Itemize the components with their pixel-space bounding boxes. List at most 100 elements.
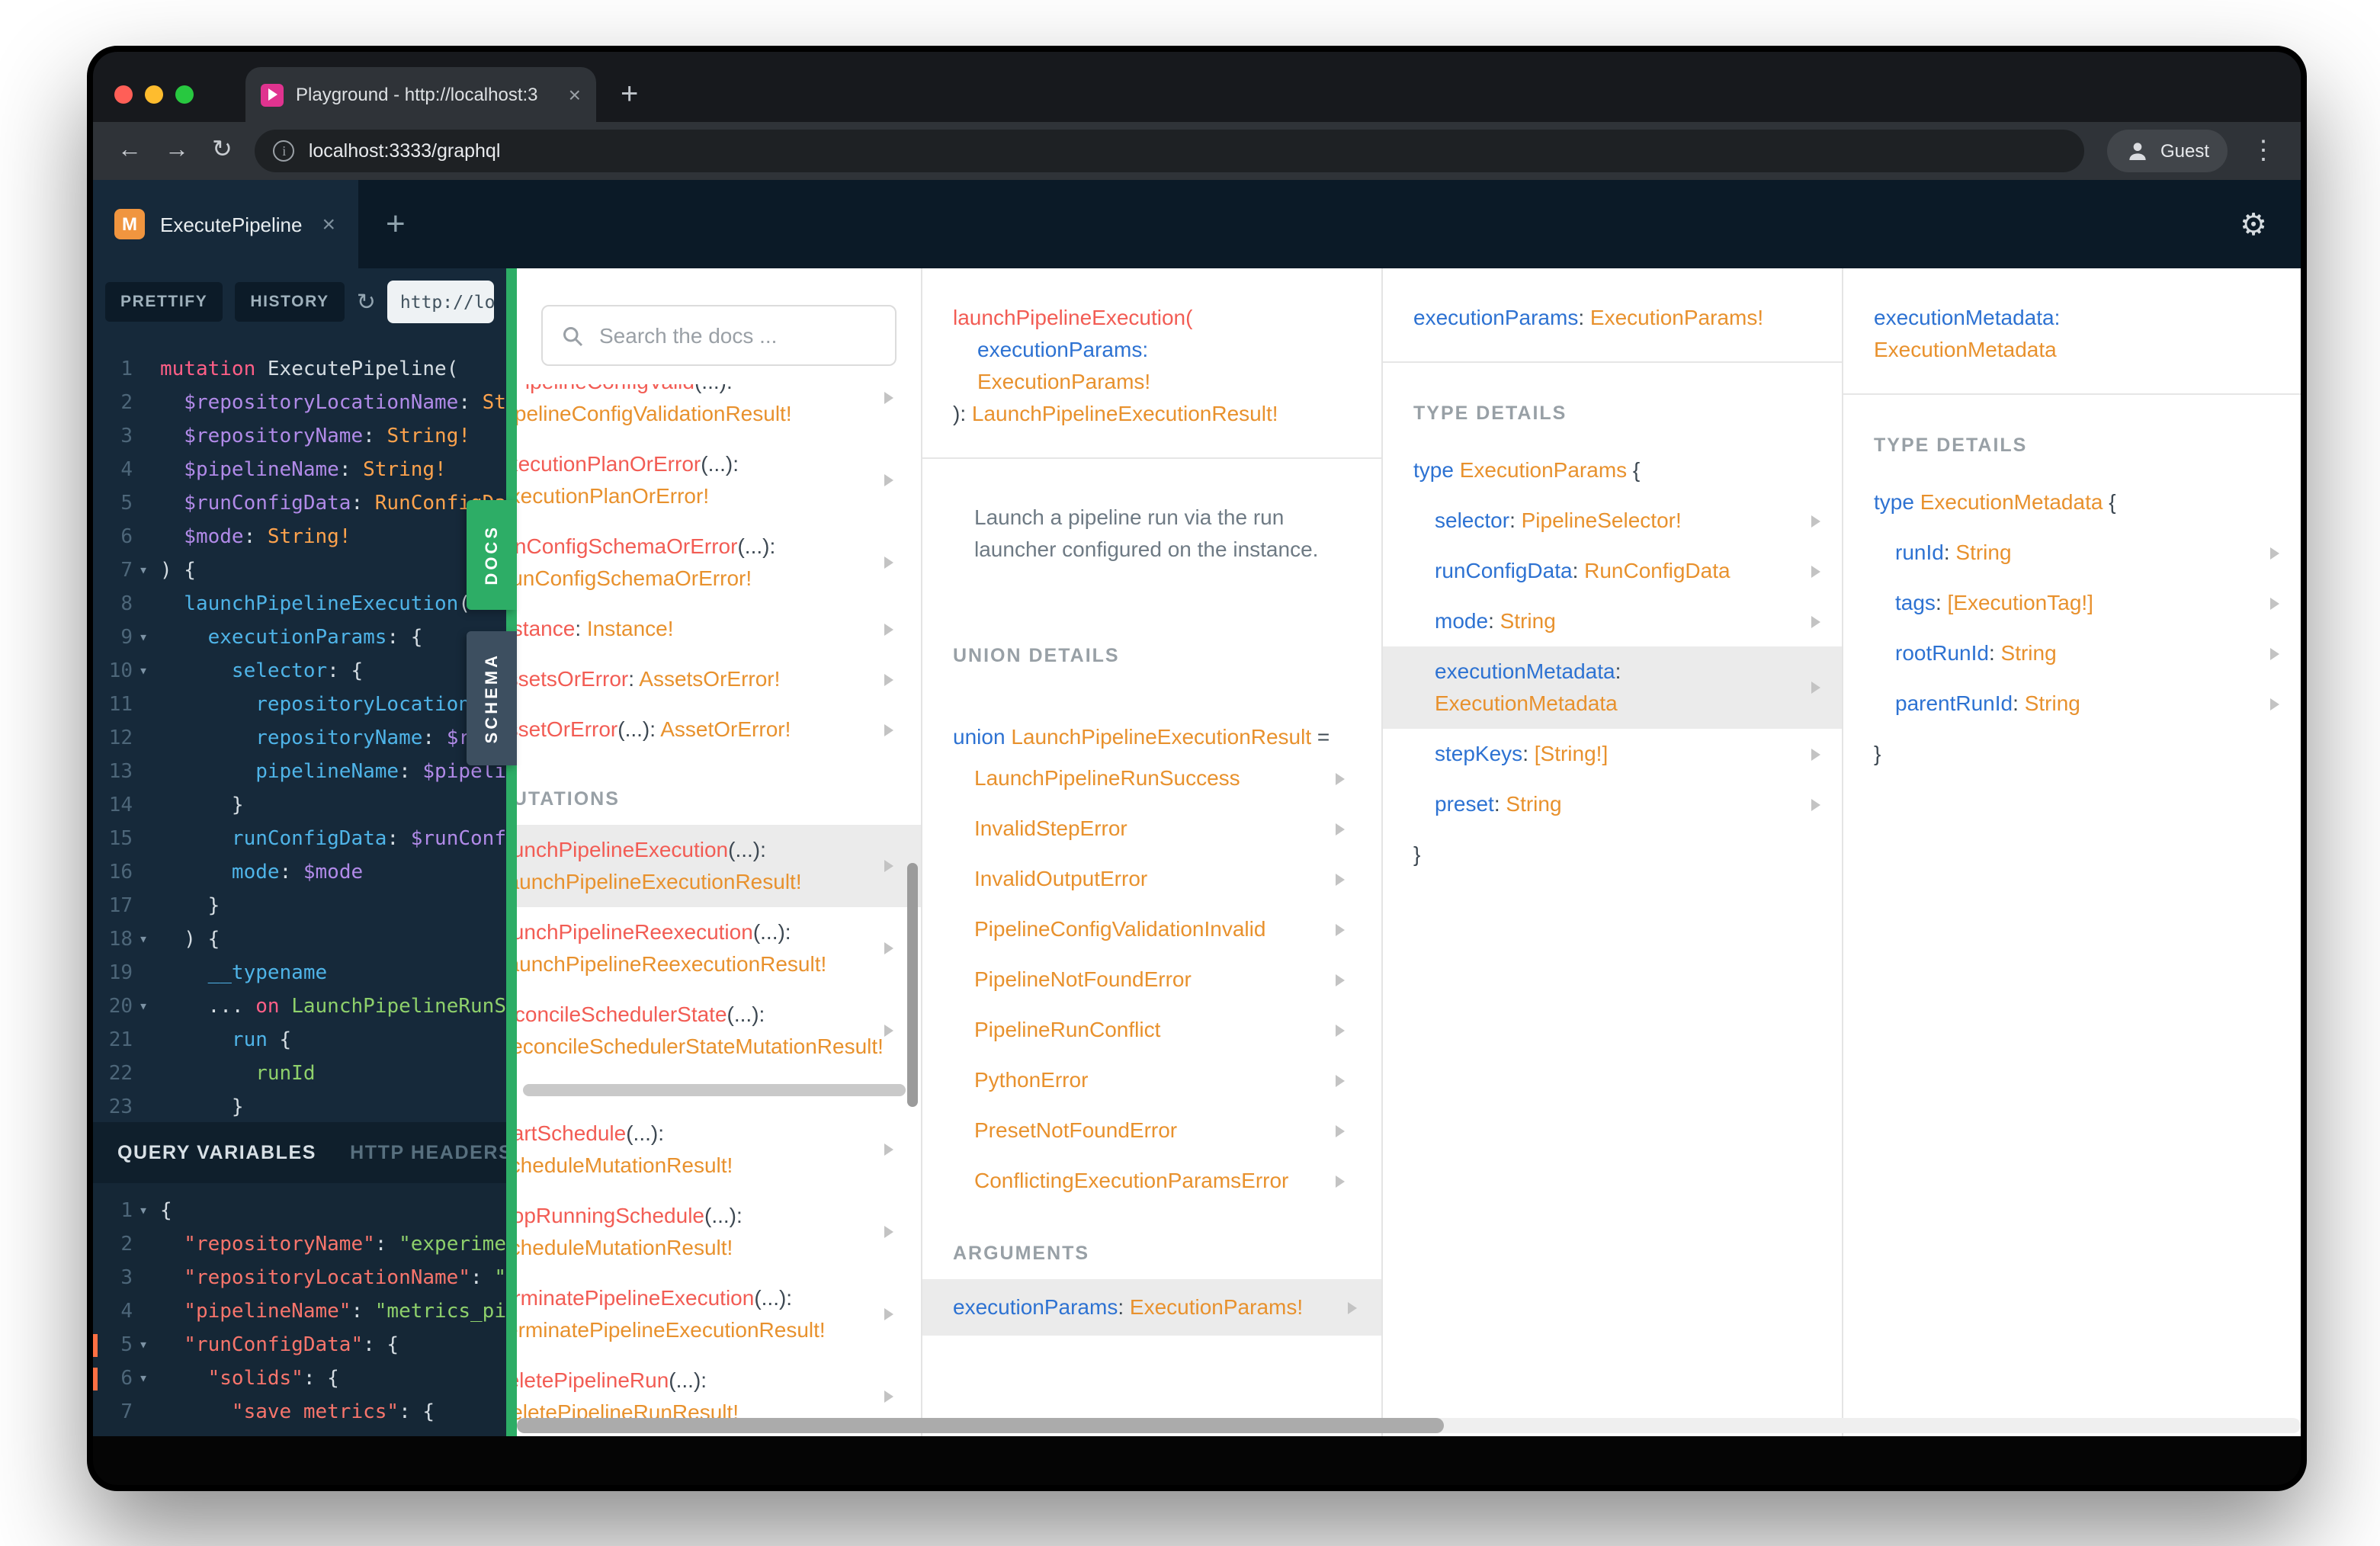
doc-list-item[interactable]: launchPipelineExecution(...): LaunchPipel…	[517, 825, 921, 907]
doc-list-item[interactable]: launchPipelineReexecution(...): LaunchPip…	[517, 907, 921, 990]
editor-line[interactable]: 9 ▾ executionParams: {	[93, 622, 506, 656]
editor-line[interactable]: 7 "save metrics": {	[93, 1397, 506, 1430]
editor-line[interactable]: 7 ▾) {	[93, 555, 506, 589]
docs-divider[interactable]: DOCS SCHEMA	[467, 268, 517, 1436]
editor-line[interactable]: 5 ▾ "runConfigData": {	[93, 1329, 506, 1363]
editor-line[interactable]: 1 mutation ExecutePipeline(	[93, 354, 506, 387]
doc-list-item[interactable]: executionPlanOrError(...): ExecutionPlanO…	[517, 439, 921, 521]
fold-arrow-icon[interactable]: ▾	[133, 656, 154, 689]
docs-side-tab[interactable]: DOCS	[467, 500, 517, 610]
history-button[interactable]: HISTORY	[235, 282, 345, 322]
editor-line[interactable]: 20▾ ... on LaunchPipelineRunSuccess {	[93, 991, 506, 1025]
editor-line[interactable]: 10 ▾ selector: {	[93, 656, 506, 689]
type-field-row[interactable]: stepKeys: [String!]	[1383, 729, 1842, 779]
forward-button[interactable]: →	[165, 138, 189, 163]
doc-list-item[interactable]: assetOrError(...): AssetOrError!	[517, 704, 921, 755]
editor-line[interactable]: 14 }	[93, 790, 506, 823]
http-headers-tab[interactable]: HTTP HEADERS	[350, 1142, 506, 1163]
reload-button[interactable]: ↻	[212, 138, 233, 163]
settings-gear-icon[interactable]: ⚙	[2206, 180, 2301, 268]
doc-list-item[interactable]: terminatePipelineExecution(...): Terminat…	[517, 1273, 921, 1355]
query-editor[interactable]: 1 mutation ExecutePipeline(2 $repositoryL…	[93, 335, 506, 1122]
union-member-item[interactable]: PresetNotFoundError	[922, 1105, 1381, 1156]
union-member-item[interactable]: InvalidStepError	[922, 803, 1381, 854]
minimize-window-button[interactable]	[145, 85, 163, 104]
browser-menu-button[interactable]: ⋮	[2250, 136, 2276, 166]
prettify-button[interactable]: PRETTIFY	[105, 282, 223, 322]
editor-line[interactable]: 22 runId	[93, 1058, 506, 1092]
union-member-item[interactable]: PipelineRunConflict	[922, 1005, 1381, 1055]
editor-line[interactable]: 3 $repositoryName: String!	[93, 421, 506, 454]
query-variables-tab[interactable]: QUERY VARIABLES	[117, 1142, 316, 1163]
editor-line[interactable]: 19 __typename	[93, 957, 506, 991]
fold-arrow-icon[interactable]: ▾	[133, 1329, 154, 1363]
docs-search-box[interactable]	[541, 305, 897, 366]
doc-list-item[interactable]: assetsOrError: AssetsOrError!	[517, 654, 921, 704]
editor-line[interactable]: 6 $mode: String!	[93, 521, 506, 555]
doc-list-item[interactable]: isPipelineConfigValid(...): PipelineConfi…	[517, 384, 921, 439]
playground-tab[interactable]: M ExecutePipeline ×	[93, 180, 358, 268]
editor-line[interactable]: 5 $runConfigData: RunConfigData!	[93, 488, 506, 521]
endpoint-reload-icon[interactable]: ↻	[357, 288, 376, 316]
zoom-window-button[interactable]	[175, 85, 194, 104]
editor-line[interactable]: 8 launchPipelineExecution(	[93, 589, 506, 622]
docs-list-vertical-scrollbar[interactable]	[907, 863, 918, 1107]
doc-list-item[interactable]: stopRunningSchedule(...): ScheduleMutatio…	[517, 1191, 921, 1273]
browser-tab[interactable]: Playground - http://localhost:3 ×	[245, 67, 596, 122]
editor-line[interactable]: 2 $repositoryLocationName: String!	[93, 387, 506, 421]
type-field-row[interactable]: selector: PipelineSelector!	[1383, 496, 1842, 546]
url-bar[interactable]: i localhost:3333/graphql	[255, 130, 2084, 172]
editor-line[interactable]: 3 "repositoryLocationName": "experiments…	[93, 1262, 506, 1296]
doc-list-item[interactable]: instance: Instance!	[517, 604, 921, 654]
fold-arrow-icon[interactable]: ▾	[133, 622, 154, 656]
editor-line[interactable]: 11 repositoryLocationName: $repositoryLo…	[93, 689, 506, 723]
tab-close-icon[interactable]: ×	[569, 82, 581, 107]
close-window-button[interactable]	[114, 85, 133, 104]
back-button[interactable]: ←	[117, 138, 142, 163]
fold-arrow-icon[interactable]: ▾	[133, 1363, 154, 1397]
fold-arrow-icon[interactable]: ▾	[133, 1195, 154, 1229]
site-info-icon[interactable]: i	[273, 140, 295, 162]
type-field-row[interactable]: parentRunId: String	[1843, 678, 2301, 729]
editor-line[interactable]: 4 "pipelineName": "metrics_pipeline"	[93, 1296, 506, 1329]
editor-line[interactable]: 12 repositoryName: $repositoryName	[93, 723, 506, 756]
union-member-item[interactable]: ConflictingExecutionParamsError	[922, 1156, 1381, 1206]
doc-list-item[interactable]: startSchedule(...): ScheduleMutationResul…	[517, 1108, 921, 1191]
type-field-row[interactable]: executionMetadata: ExecutionMetadata	[1383, 646, 1842, 729]
argument-row[interactable]: executionParams: ExecutionParams!	[922, 1279, 1381, 1336]
fold-arrow-icon[interactable]: ▾	[133, 991, 154, 1025]
type-field-row[interactable]: preset: String	[1383, 779, 1842, 829]
editor-line[interactable]: 4 $pipelineName: String!	[93, 454, 506, 488]
editor-line[interactable]: 6 ▾ "solids": {	[93, 1363, 506, 1397]
type-field-row[interactable]: tags: [ExecutionTag!]	[1843, 578, 2301, 628]
editor-line[interactable]: 2 "repositoryName": "experiments"	[93, 1229, 506, 1262]
editor-line[interactable]: 18 ▾ ) {	[93, 924, 506, 957]
editor-line[interactable]: 17 }	[93, 890, 506, 924]
editor-line[interactable]: 21 run {	[93, 1025, 506, 1058]
editor-line[interactable]: 15 runConfigData: $runConfigData	[93, 823, 506, 857]
variables-editor[interactable]: 1▾{2 "repositoryName": "experiments"3 "r…	[93, 1183, 506, 1436]
playground-new-tab-button[interactable]: +	[358, 180, 433, 268]
union-member-item[interactable]: PipelineNotFoundError	[922, 954, 1381, 1005]
type-field-row[interactable]: mode: String	[1383, 596, 1842, 646]
editor-line[interactable]: 13 pipelineName: $pipelineName	[93, 756, 506, 790]
type-field-row[interactable]: runConfigData: RunConfigData	[1383, 546, 1842, 596]
endpoint-input[interactable]: http://localhost:3333/graphql	[387, 281, 494, 323]
playground-tab-close-icon[interactable]: ×	[322, 211, 335, 237]
new-tab-button[interactable]: +	[596, 67, 662, 122]
docs-horizontal-scrollbar-thumb[interactable]	[517, 1418, 1445, 1433]
docs-search-input[interactable]	[599, 323, 877, 348]
type-field-row[interactable]: rootRunId: String	[1843, 628, 2301, 678]
type-field-row[interactable]: runId: String	[1843, 528, 2301, 578]
union-member-item[interactable]: PipelineConfigValidationInvalid	[922, 904, 1381, 954]
editor-line[interactable]: 23 }	[93, 1092, 506, 1122]
doc-list-item[interactable]: reconcileSchedulerState(...): ReconcileSc…	[517, 990, 921, 1072]
fold-arrow-icon[interactable]: ▾	[133, 924, 154, 957]
union-member-item[interactable]: PythonError	[922, 1055, 1381, 1105]
union-member-item[interactable]: LaunchPipelineRunSuccess	[922, 753, 1381, 803]
editor-line[interactable]: 1 ▾ {	[93, 1195, 506, 1229]
editor-line[interactable]: 16 mode: $mode	[93, 857, 506, 890]
schema-side-tab[interactable]: SCHEMA	[467, 631, 517, 765]
docs-list-horizontal-scrollbar-thumb[interactable]	[523, 1084, 906, 1096]
fold-arrow-icon[interactable]: ▾	[133, 555, 154, 589]
